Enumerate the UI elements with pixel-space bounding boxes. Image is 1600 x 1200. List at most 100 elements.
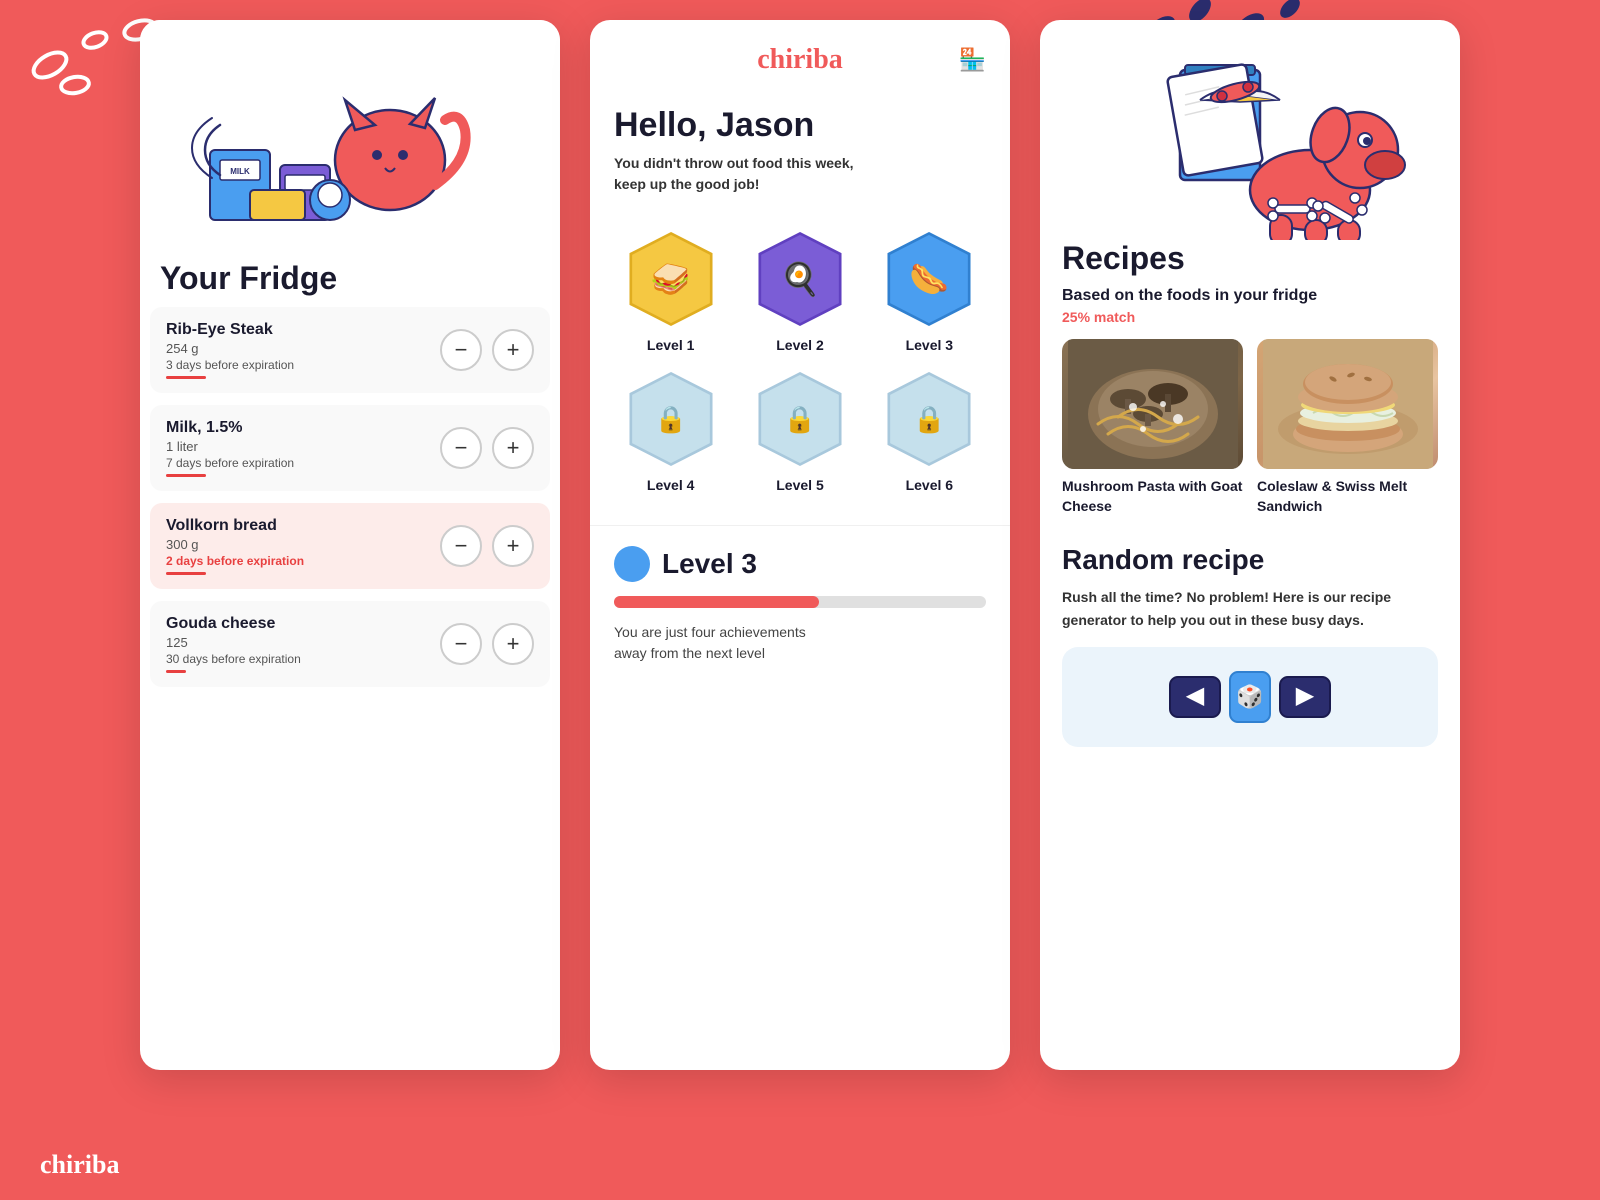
bottom-logo: chiriba <box>40 1150 119 1180</box>
decrease-button[interactable]: − <box>440 623 482 665</box>
item-name: Gouda cheese <box>166 615 440 633</box>
recipe-cards: Mushroom Pasta with Goat Cheese <box>1062 339 1438 516</box>
level-item-3[interactable]: 🌭 Level 3 <box>873 229 986 353</box>
svg-text:MILK: MILK <box>230 167 250 176</box>
item-name: Vollkorn bread <box>166 517 440 535</box>
fridge-title: Your Fridge <box>140 240 560 307</box>
svg-text:▶: ▶ <box>1296 682 1315 709</box>
level-2-icon: 🍳 <box>780 260 820 298</box>
expiry-bar <box>166 670 186 673</box>
increase-button[interactable]: + <box>492 623 534 665</box>
svg-text:🎲: 🎲 <box>1236 684 1263 709</box>
app-header: chiriba 🏪 <box>590 20 1010 86</box>
progress-bar-container <box>614 596 986 608</box>
decrease-button[interactable]: − <box>440 525 482 567</box>
level-hexagon-3: 🌭 <box>884 229 974 329</box>
level-item-5: 🔒 Level 5 <box>743 369 856 493</box>
level-4-lock-icon: 🔒 <box>654 404 686 435</box>
recipe-card-1[interactable]: Mushroom Pasta with Goat Cheese <box>1062 339 1243 516</box>
panels-container: MILK <box>0 0 1600 1200</box>
hexagon-mini-icon <box>619 547 645 582</box>
greeting-subtitle: You didn't throw out food this week,keep… <box>614 153 986 195</box>
greeting-title: Hello, Jason <box>614 106 986 145</box>
item-amount: 300 g <box>166 537 440 552</box>
recipe-card-2[interactable]: Coleslaw & Swiss Melt Sandwich <box>1257 339 1438 516</box>
item-amount: 1 liter <box>166 439 440 454</box>
item-controls: − + <box>440 525 534 567</box>
dog-illustration <box>1060 20 1440 240</box>
level-3-icon: 🌭 <box>909 260 949 298</box>
decrease-button[interactable]: − <box>440 427 482 469</box>
fridge-items-list: Rib-Eye Steak 254 g 3 days before expira… <box>140 307 560 687</box>
level-hexagon-1: 🥪 <box>626 229 716 329</box>
level-hexagon-4: 🔒 <box>626 369 716 469</box>
random-recipe-title: Random recipe <box>1062 544 1438 576</box>
match-badge: 25% match <box>1062 309 1438 325</box>
recipes-illustration <box>1040 20 1460 240</box>
level-hexagon-2: 🍳 <box>755 229 845 329</box>
recipe-2-name: Coleslaw & Swiss Melt Sandwich <box>1257 477 1438 516</box>
current-level-badge <box>614 546 650 582</box>
increase-button[interactable]: + <box>492 427 534 469</box>
level-hexagon-6: 🔒 <box>884 369 974 469</box>
level-6-label: Level 6 <box>906 477 953 493</box>
item-name: Milk, 1.5% <box>166 419 440 437</box>
item-amount: 125 <box>166 635 440 650</box>
recipe-image-mushroom <box>1062 339 1243 469</box>
item-controls: − + <box>440 329 534 371</box>
level-item-2[interactable]: 🍳 Level 2 <box>743 229 856 353</box>
greeting-section: Hello, Jason You didn't throw out food t… <box>590 86 1010 205</box>
fridge-item: Rib-Eye Steak 254 g 3 days before expira… <box>150 307 550 393</box>
level-item-1[interactable]: 🥪 Level 1 <box>614 229 727 353</box>
random-recipe-controls: ◀ ▶ 🎲 <box>1150 657 1350 737</box>
home-panel: chiriba 🏪 Hello, Jason You didn't throw … <box>590 20 1010 1070</box>
recipes-panel: Recipes Based on the foods in your fridg… <box>1040 20 1460 1070</box>
cat-illustration: MILK <box>170 20 530 240</box>
recipes-section: Recipes Based on the foods in your fridg… <box>1040 240 1460 747</box>
based-on-title: Based on the foods in your fridge <box>1062 287 1438 305</box>
fridge-illustration: MILK <box>140 20 560 240</box>
fridge-panel: MILK <box>140 20 560 1070</box>
item-amount: 254 g <box>166 341 440 356</box>
item-controls: − + <box>440 427 534 469</box>
item-expiry: 30 days before expiration <box>166 652 440 666</box>
level-item-4: 🔒 Level 4 <box>614 369 727 493</box>
level-5-label: Level 5 <box>776 477 823 493</box>
increase-button[interactable]: + <box>492 525 534 567</box>
decrease-button[interactable]: − <box>440 329 482 371</box>
item-name: Rib-Eye Steak <box>166 321 440 339</box>
level-hexagon-5: 🔒 <box>755 369 845 469</box>
level-item-6: 🔒 Level 6 <box>873 369 986 493</box>
increase-button[interactable]: + <box>492 329 534 371</box>
item-expiry: 3 days before expiration <box>166 358 440 372</box>
bottom-bar: chiriba <box>0 1130 1600 1200</box>
progress-bar-fill <box>614 596 819 608</box>
recipe-1-name: Mushroom Pasta with Goat Cheese <box>1062 477 1243 516</box>
levels-grid: 🥪 Level 1 🍳 Level 2 <box>590 205 1010 517</box>
recipe-image-coleslaw <box>1257 339 1438 469</box>
level-1-label: Level 1 <box>647 337 694 353</box>
current-level-title: Level 3 <box>662 548 757 580</box>
level-2-label: Level 2 <box>776 337 823 353</box>
chiriba-logo: chiriba <box>757 44 843 76</box>
item-controls: − + <box>440 623 534 665</box>
item-expiry-urgent: 2 days before expiration <box>166 554 440 568</box>
svg-text:◀: ◀ <box>1186 682 1205 709</box>
current-level-section: Level 3 You are just four achievementsaw… <box>590 525 1010 684</box>
fridge-item: Milk, 1.5% 1 liter 7 days before expirat… <box>150 405 550 491</box>
level-6-lock-icon: 🔒 <box>913 404 945 435</box>
fridge-item-urgent: Vollkorn bread 300 g 2 days before expir… <box>150 503 550 589</box>
level-4-label: Level 4 <box>647 477 694 493</box>
progress-description: You are just four achievementsaway from … <box>614 622 986 664</box>
item-expiry: 7 days before expiration <box>166 456 440 470</box>
random-recipe-button-area[interactable]: ◀ ▶ 🎲 <box>1062 647 1438 747</box>
recipes-title: Recipes <box>1062 240 1438 277</box>
expiry-bar <box>166 376 206 379</box>
random-recipe-description: Rush all the time? No problem! Here is o… <box>1062 586 1438 631</box>
level-1-icon: 🥪 <box>651 260 691 298</box>
store-icon[interactable]: 🏪 <box>959 47 986 73</box>
level-5-lock-icon: 🔒 <box>784 404 816 435</box>
level-3-label: Level 3 <box>906 337 953 353</box>
expiry-bar <box>166 474 206 477</box>
expiry-bar <box>166 572 206 575</box>
